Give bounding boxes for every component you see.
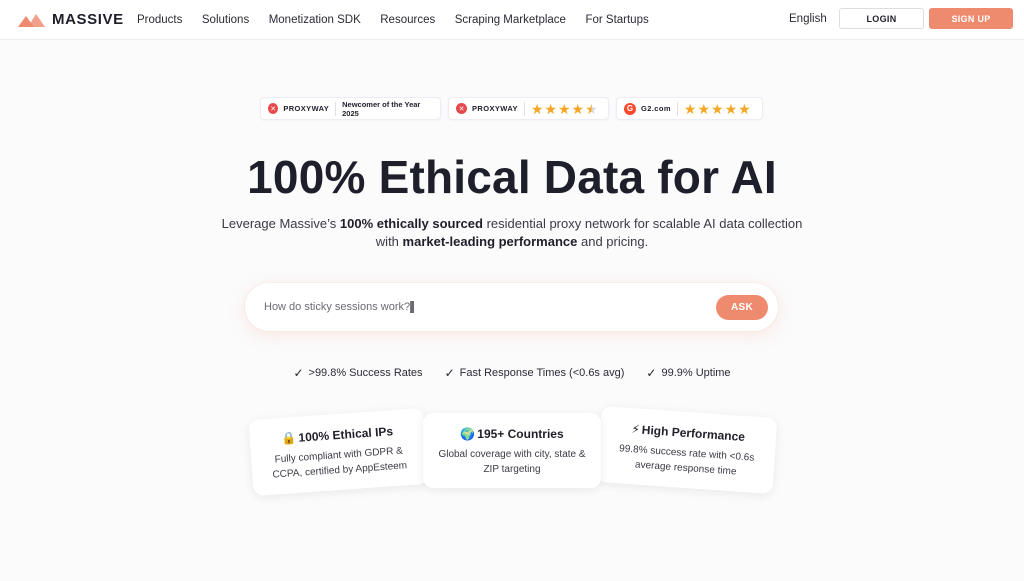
badge-brand: PROXYWAY	[283, 104, 330, 113]
badge-brand: G2.com	[641, 104, 671, 113]
nav-scraping-marketplace[interactable]: Scraping Marketplace	[455, 14, 566, 26]
badge-divider	[676, 101, 678, 116]
feature-list: ✓ >99.8% Success Rates ✓ Fast Response T…	[0, 366, 1024, 380]
proxyway-logo-icon: ✕	[268, 103, 279, 114]
star-icon: ★	[571, 100, 585, 117]
checkmark-icon: ✓	[293, 366, 304, 380]
card-title-text: 195+ Countries	[477, 427, 564, 441]
subtitle-text: with	[375, 234, 403, 249]
feature-card-countries: 🌍 195+ Countries Global coverage with ci…	[423, 413, 601, 488]
half-star-icon: ★	[585, 100, 598, 117]
card-title-text: 100% Ethical IPs	[298, 424, 394, 445]
proxyway-award-badge[interactable]: ✕ PROXYWAY Newcomer of the Year 2025	[260, 97, 441, 120]
checkmark-icon: ✓	[646, 366, 657, 380]
rating-stars: ★ ★ ★ ★ ★	[531, 102, 599, 116]
hero-subtitle: Leverage Massive’s 100% ethically source…	[0, 215, 1024, 251]
nav-resources[interactable]: Resources	[380, 14, 435, 26]
lock-icon: 🔒	[281, 430, 298, 446]
main-nav: Products Solutions Monetization SDK Reso…	[137, 0, 668, 40]
g2-rating-badge[interactable]: G G2.com ★ ★ ★ ★ ★	[616, 97, 763, 120]
g2-logo-icon: G	[624, 102, 636, 115]
globe-icon: 🌍	[460, 427, 476, 441]
subtitle-bold: 100% ethically sourced	[339, 216, 483, 231]
ask-input[interactable]	[264, 283, 694, 331]
feature-label: 99.9% Uptime	[661, 367, 731, 379]
feature-label: >99.8% Success Rates	[308, 367, 423, 379]
badge-brand: PROXYWAY	[472, 104, 518, 113]
subtitle-bold: market-leading performance	[402, 234, 578, 249]
massive-logo[interactable]: MASSIVE	[18, 11, 124, 28]
badge-note: Newcomer of the Year 2025	[342, 99, 421, 118]
card-title: 🌍 195+ Countries	[423, 427, 601, 441]
rating-stars: ★ ★ ★ ★ ★	[684, 102, 752, 116]
card-description: Fully compliant with GDPR & CCPA, certif…	[272, 445, 408, 481]
feature-card-ethical-ips: 🔒 100% Ethical IPs Fully compliant with …	[248, 407, 429, 497]
star-icon: ★	[738, 100, 751, 117]
feature-card-performance: ⚡ High Performance 99.8% success rate wi…	[596, 405, 778, 495]
top-nav-bar: MASSIVE Products Solutions Monetization …	[0, 0, 1024, 40]
hero-title: 100% Ethical Data for AI	[247, 151, 777, 203]
logo-text: MASSIVE	[52, 11, 124, 28]
nav-products[interactable]: Products	[137, 14, 182, 26]
card-title-text: High Performance	[641, 422, 746, 444]
feature-label: Fast Response Times (<0.6s avg)	[459, 367, 625, 379]
mountain-logo-icon	[18, 13, 45, 27]
feature-item: ✓ Fast Response Times (<0.6s avg)	[445, 366, 625, 380]
nav-monetization-sdk[interactable]: Monetization SDK	[269, 14, 361, 26]
subtitle-text: Leverage Massive’s	[221, 216, 340, 231]
language-selector[interactable]: English	[789, 13, 827, 25]
star-icon: ★	[711, 100, 724, 117]
star-icon: ★	[724, 100, 738, 117]
proxyway-logo-icon: ✕	[456, 103, 467, 114]
star-icon: ★	[683, 100, 697, 117]
ask-bar: ASK	[245, 283, 778, 331]
feature-item: ✓ >99.8% Success Rates	[293, 366, 422, 380]
feature-item: ✓ 99.9% Uptime	[646, 366, 730, 380]
star-icon: ★	[530, 100, 544, 117]
card-description: Global coverage with city, state & ZIP t…	[438, 449, 586, 475]
star-icon: ★	[697, 100, 711, 117]
badge-divider	[335, 101, 337, 116]
star-icon: ★	[557, 100, 571, 117]
nav-for-startups[interactable]: For Startups	[585, 14, 648, 26]
subtitle-text: residential proxy network for scalable A…	[482, 216, 803, 231]
signup-button[interactable]: SIGN UP	[929, 8, 1013, 29]
card-description: 99.8% success rate with <0.6s average re…	[618, 443, 755, 478]
nav-solutions[interactable]: Solutions	[202, 14, 249, 26]
ask-button[interactable]: ASK	[716, 295, 768, 320]
badge-divider	[523, 101, 525, 116]
lightning-icon: ⚡	[630, 422, 641, 437]
star-icon: ★	[544, 100, 557, 117]
login-button[interactable]: LOGIN	[839, 8, 924, 29]
proxyway-rating-badge[interactable]: ✕ PROXYWAY ★ ★ ★ ★ ★	[448, 97, 609, 120]
subtitle-text: and pricing.	[577, 234, 649, 249]
checkmark-icon: ✓	[444, 366, 455, 380]
